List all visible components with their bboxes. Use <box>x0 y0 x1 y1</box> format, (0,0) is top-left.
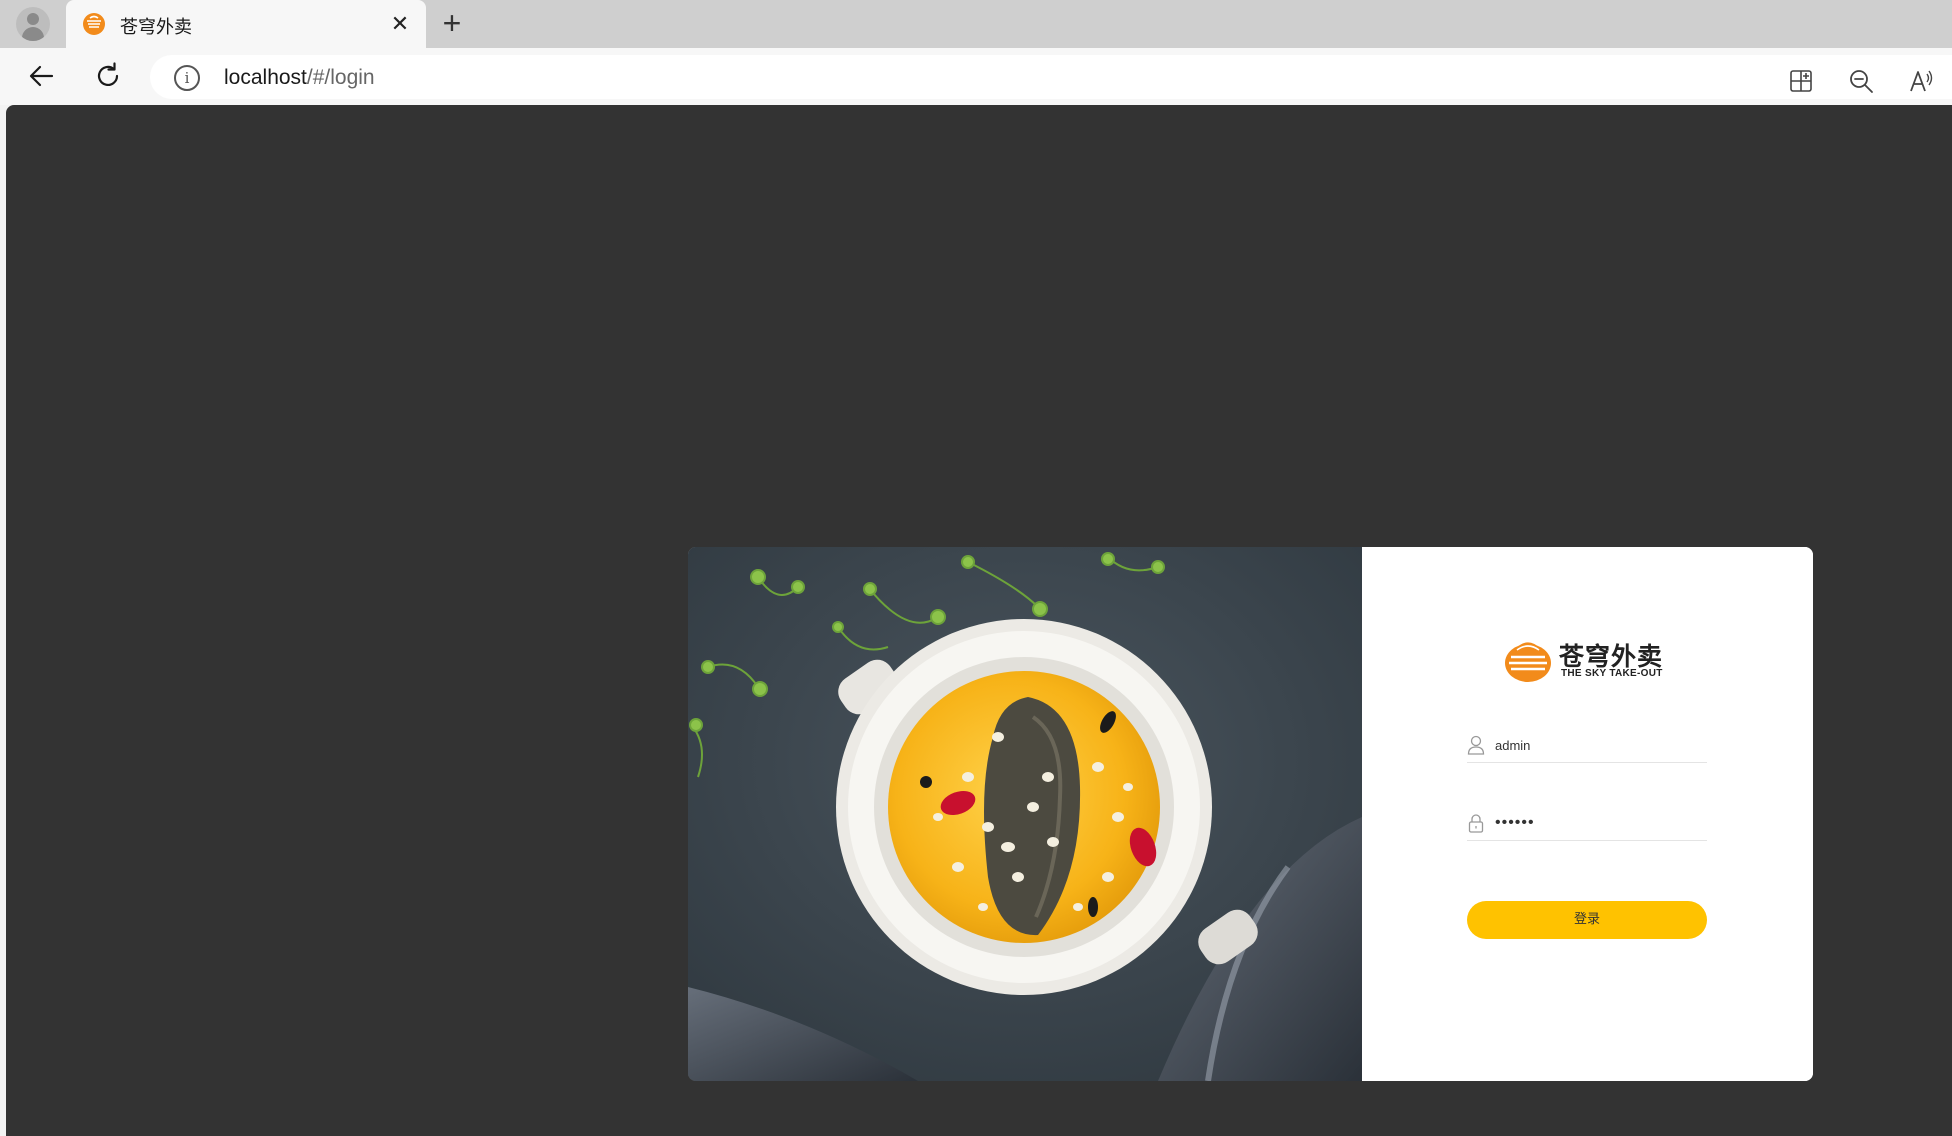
favicon-icon <box>83 13 105 35</box>
logo-english-text: THE SKY TAKE-OUT <box>1561 668 1663 679</box>
apps-icon[interactable] <box>1788 68 1814 94</box>
back-arrow-icon[interactable] <box>24 58 60 94</box>
browser-tab[interactable]: 苍穹外卖 ✕ <box>66 0 426 48</box>
login-button[interactable]: 登录 <box>1467 901 1707 939</box>
brand-logo: 苍穹外卖 THE SKY TAKE-OUT <box>1503 637 1673 685</box>
sky-takeout-logo-icon <box>1505 642 1551 682</box>
navigation-bar: i localhost/#/login <box>0 48 1952 105</box>
food-image <box>688 547 1362 1081</box>
login-card: 苍穹外卖 THE SKY TAKE-OUT 登录 <box>688 547 1813 1081</box>
reload-icon[interactable] <box>90 58 126 94</box>
profile-icon[interactable] <box>16 7 50 41</box>
close-icon[interactable]: ✕ <box>388 12 412 36</box>
username-field <box>1467 729 1707 763</box>
login-form: 苍穹外卖 THE SKY TAKE-OUT 登录 <box>1362 547 1813 1081</box>
password-input[interactable] <box>1495 809 1705 837</box>
info-icon[interactable]: i <box>174 65 200 91</box>
plus-icon[interactable]: + <box>436 7 468 40</box>
address-bar[interactable]: i localhost/#/login <box>150 55 1952 99</box>
tab-strip: 苍穹外卖 ✕ + <box>0 0 1952 48</box>
tab-title: 苍穹外卖 <box>120 17 192 38</box>
user-icon <box>1467 735 1485 755</box>
url-path: /#/login <box>306 66 375 89</box>
zoom-out-icon[interactable] <box>1848 68 1874 94</box>
username-input[interactable] <box>1495 731 1705 759</box>
password-field <box>1467 807 1707 841</box>
page-viewport: 苍穹外卖 THE SKY TAKE-OUT 登录 <box>6 105 1952 1136</box>
url-host: localhost <box>224 66 307 89</box>
lock-icon <box>1468 814 1484 833</box>
url-text[interactable]: localhost/#/login <box>224 66 375 90</box>
read-aloud-icon[interactable] <box>1908 68 1934 94</box>
